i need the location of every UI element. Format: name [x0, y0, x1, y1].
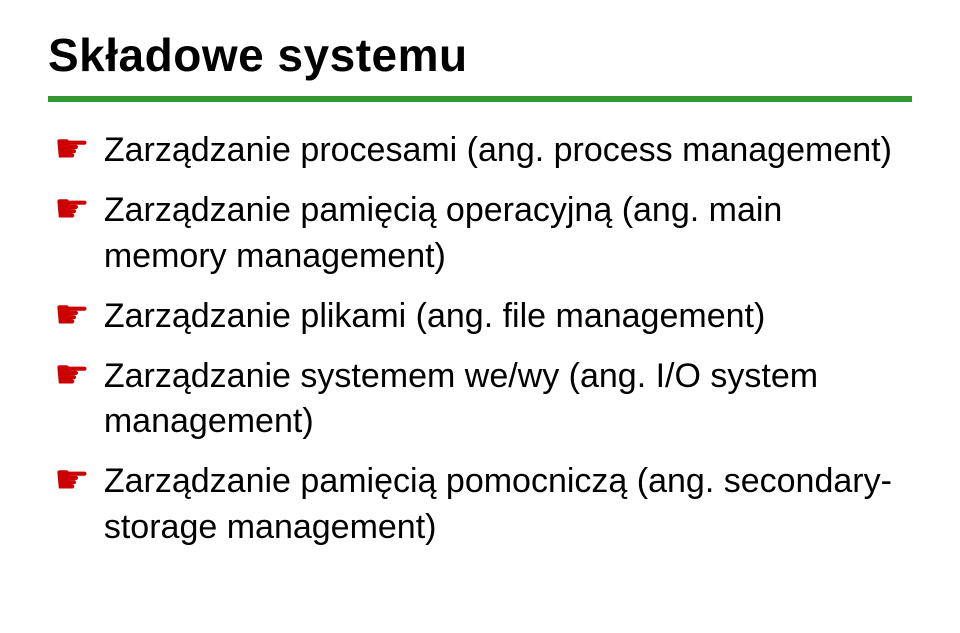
list-item-text: Zarządzanie pamięcią operacyjną (ang. ma… [104, 188, 912, 280]
bullet-list: ☛ Zarządzanie procesami (ang. process ma… [48, 128, 912, 551]
list-item: ☛ Zarządzanie pamięcią pomocniczą (ang. … [54, 459, 912, 551]
list-item: ☛ Zarządzanie plikami (ang. file managem… [54, 294, 912, 340]
list-item: ☛ Zarządzanie systemem we/wy (ang. I/O s… [54, 354, 912, 446]
list-item: ☛ Zarządzanie procesami (ang. process ma… [54, 128, 912, 174]
slide-title: Składowe systemu [48, 28, 912, 82]
list-item-text: Zarządzanie plikami (ang. file managemen… [104, 294, 765, 340]
list-item-text: Zarządzanie procesami (ang. process mana… [104, 128, 892, 174]
title-rule [48, 96, 912, 102]
pointer-icon: ☛ [54, 355, 90, 395]
list-item: ☛ Zarządzanie pamięcią operacyjną (ang. … [54, 188, 912, 280]
list-item-text: Zarządzanie systemem we/wy (ang. I/O sys… [104, 354, 912, 446]
pointer-icon: ☛ [54, 295, 90, 335]
pointer-icon: ☛ [54, 460, 90, 500]
pointer-icon: ☛ [54, 189, 90, 229]
slide: Składowe systemu ☛ Zarządzanie procesami… [0, 0, 960, 633]
pointer-icon: ☛ [54, 129, 90, 169]
list-item-text: Zarządzanie pamięcią pomocniczą (ang. se… [104, 459, 912, 551]
